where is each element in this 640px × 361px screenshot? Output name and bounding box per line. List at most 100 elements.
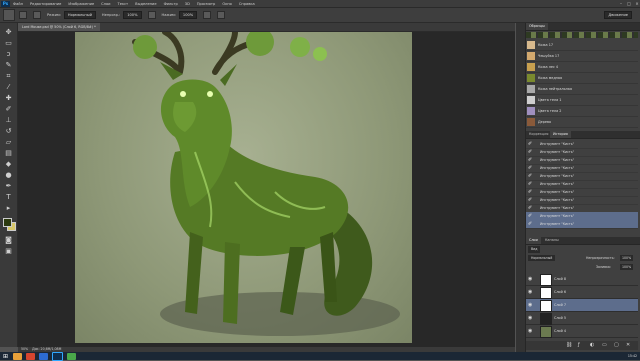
tab-channels[interactable]: Каналы bbox=[542, 237, 562, 244]
history-brush-tool-icon[interactable]: ↺ bbox=[3, 126, 14, 136]
blur-tool-icon[interactable]: ◆ bbox=[3, 159, 14, 169]
swatch-row[interactable]: Чешуйка 17 bbox=[526, 51, 638, 62]
brush-size-picker[interactable] bbox=[19, 11, 27, 19]
brush-icon: ✐ bbox=[528, 141, 533, 147]
pen-tool-icon[interactable]: ✒ bbox=[3, 181, 14, 191]
app-icon[interactable] bbox=[67, 352, 76, 360]
layer-thumbnail bbox=[540, 287, 552, 299]
maximize-icon[interactable]: □ bbox=[626, 1, 632, 6]
fx-icon[interactable]: ƒ bbox=[578, 342, 580, 348]
menu-image[interactable]: Изображение bbox=[68, 2, 94, 6]
minimize-icon[interactable]: – bbox=[618, 1, 624, 6]
menu-layers[interactable]: Слои bbox=[101, 2, 110, 6]
brush-panel-toggle[interactable] bbox=[33, 11, 41, 19]
pressure-opacity-toggle[interactable] bbox=[147, 11, 156, 19]
eye-icon[interactable]: ◉ bbox=[528, 315, 532, 321]
explorer-icon[interactable] bbox=[13, 352, 22, 360]
screen-mode-icon[interactable]: ▣ bbox=[3, 246, 14, 256]
gradient-tool-icon[interactable]: ▤ bbox=[3, 148, 14, 158]
menu-3d[interactable]: 3D bbox=[185, 2, 190, 6]
mask-icon[interactable]: ◐ bbox=[590, 342, 594, 348]
browser-icon[interactable] bbox=[26, 352, 35, 360]
tab-swatches[interactable]: Образцы bbox=[526, 23, 548, 30]
menu-edit[interactable]: Редактирование bbox=[30, 2, 61, 6]
eye-icon[interactable]: ◉ bbox=[528, 289, 532, 295]
layer-opacity-field[interactable]: 100% bbox=[620, 255, 634, 261]
blend-mode-select[interactable]: Нормальный bbox=[528, 255, 556, 261]
stamp-tool-icon[interactable]: ⊥ bbox=[3, 115, 14, 125]
layer-row[interactable]: ◉ Слой 5 bbox=[526, 312, 638, 325]
brush-tool-icon[interactable]: ✐ bbox=[3, 104, 14, 114]
menu-filter[interactable]: Фильтр bbox=[164, 2, 178, 6]
layer-row[interactable]: ◉ Слой 4 bbox=[526, 325, 638, 338]
windows-start-icon[interactable]: ⊞ bbox=[2, 353, 9, 360]
eye-icon[interactable]: ◉ bbox=[528, 276, 532, 282]
zoom-readout[interactable]: 50% bbox=[21, 347, 28, 351]
foreground-color-swatch[interactable] bbox=[3, 218, 12, 227]
photoshop-logo: Ps bbox=[1, 0, 10, 7]
swatch-row[interactable]: Цвета тела 1 bbox=[526, 95, 638, 106]
quick-select-tool-icon[interactable]: ✎ bbox=[3, 60, 14, 70]
brush-icon: ✐ bbox=[528, 205, 533, 211]
brush-tool-preset-icon[interactable] bbox=[3, 9, 15, 21]
opacity-label: Непрозрачность: bbox=[586, 256, 615, 260]
eye-icon[interactable]: ◉ bbox=[528, 302, 532, 308]
menu-text[interactable]: Текст bbox=[118, 2, 129, 6]
swatch-row[interactable]: Кожа 17 bbox=[526, 40, 638, 51]
layers-filter-row: Вид bbox=[526, 246, 638, 253]
eraser-tool-icon[interactable]: ▱ bbox=[3, 137, 14, 147]
path-select-tool-icon[interactable]: ▸ bbox=[3, 203, 14, 213]
swatch-row[interactable]: Кожа медная bbox=[526, 73, 638, 84]
link-layers-icon[interactable]: ⛓ bbox=[566, 342, 572, 348]
mode-select[interactable]: Нормальный bbox=[63, 11, 96, 19]
swatch-row[interactable]: Цвета тела 2 bbox=[526, 106, 638, 117]
move-tool-icon[interactable]: ✥ bbox=[3, 27, 14, 37]
marquee-tool-icon[interactable]: ▭ bbox=[3, 38, 14, 48]
layer-row[interactable]: ◉ Слой 6 bbox=[526, 286, 638, 299]
healing-tool-icon[interactable]: ✚ bbox=[3, 93, 14, 103]
lasso-tool-icon[interactable]: ↄ bbox=[3, 49, 14, 59]
menu-help[interactable]: Справка bbox=[239, 2, 255, 6]
close-icon[interactable]: × bbox=[634, 1, 640, 6]
swatch-row[interactable]: Кожа лес 4 bbox=[526, 62, 638, 73]
trash-icon[interactable]: ✕ bbox=[626, 342, 630, 348]
history-step-current[interactable]: ✐ Инструмент "Кисть" bbox=[526, 220, 638, 229]
eye-icon[interactable]: ◉ bbox=[528, 328, 532, 334]
workspace-select[interactable]: Движение bbox=[604, 11, 632, 19]
tab-history[interactable]: История bbox=[550, 131, 571, 138]
layer-filter-select[interactable]: Вид bbox=[528, 246, 541, 253]
swatch-strip[interactable] bbox=[526, 32, 638, 38]
new-layer-icon[interactable]: ▢ bbox=[614, 342, 619, 348]
type-tool-icon[interactable]: T bbox=[3, 192, 14, 202]
app-icon[interactable] bbox=[39, 352, 48, 360]
layer-row-selected[interactable]: ◉ Слой 7 bbox=[526, 299, 638, 312]
tab-layers[interactable]: Слои bbox=[526, 237, 541, 244]
layer-fill-field[interactable]: 100% bbox=[620, 264, 634, 270]
menu-select[interactable]: Выделение bbox=[135, 2, 156, 6]
document-tab[interactable]: Lord Mouse.psd @ 50% (Слой 6, RGB/8#) * bbox=[18, 23, 100, 31]
document-tab-bar: Lord Mouse.psd @ 50% (Слой 6, RGB/8#) * bbox=[18, 23, 515, 32]
quick-mask-icon[interactable]: ◙ bbox=[3, 235, 14, 245]
artwork-canvas[interactable] bbox=[75, 32, 412, 343]
photoshop-taskbar-icon[interactable] bbox=[52, 351, 63, 361]
menu-view[interactable]: Просмотр bbox=[197, 2, 215, 6]
swatch-chip bbox=[527, 52, 535, 60]
opacity-field[interactable]: 100% bbox=[123, 11, 142, 19]
layer-row[interactable]: ◉ Слой 8 bbox=[526, 273, 638, 286]
swatch-row[interactable]: Дерево bbox=[526, 117, 638, 128]
menu-file[interactable]: Файл bbox=[13, 2, 23, 6]
crop-tool-icon[interactable]: ⌗ bbox=[3, 71, 14, 81]
brush-icon: ✐ bbox=[528, 173, 533, 179]
flow-field[interactable]: 100% bbox=[178, 11, 198, 19]
dodge-tool-icon[interactable]: ● bbox=[3, 170, 14, 180]
pressure-size-toggle[interactable] bbox=[217, 11, 226, 19]
clock: 15:42 bbox=[627, 354, 637, 358]
tools-panel: ✥ ▭ ↄ ✎ ⌗ ⁄ ✚ ✐ ⊥ ↺ ▱ ▤ ◆ ● ✒ T ▸ ◙ ▣ bbox=[0, 23, 18, 347]
airbrush-toggle[interactable] bbox=[203, 11, 212, 19]
folder-icon[interactable]: ▭ bbox=[602, 342, 607, 348]
menu-window[interactable]: Окно bbox=[222, 2, 232, 6]
brush-icon: ✐ bbox=[528, 189, 533, 195]
eyedropper-tool-icon[interactable]: ⁄ bbox=[3, 82, 14, 92]
swatch-row[interactable]: Кожа нейтральная bbox=[526, 84, 638, 95]
tab-adjustments[interactable]: Коррекция bbox=[526, 131, 551, 138]
